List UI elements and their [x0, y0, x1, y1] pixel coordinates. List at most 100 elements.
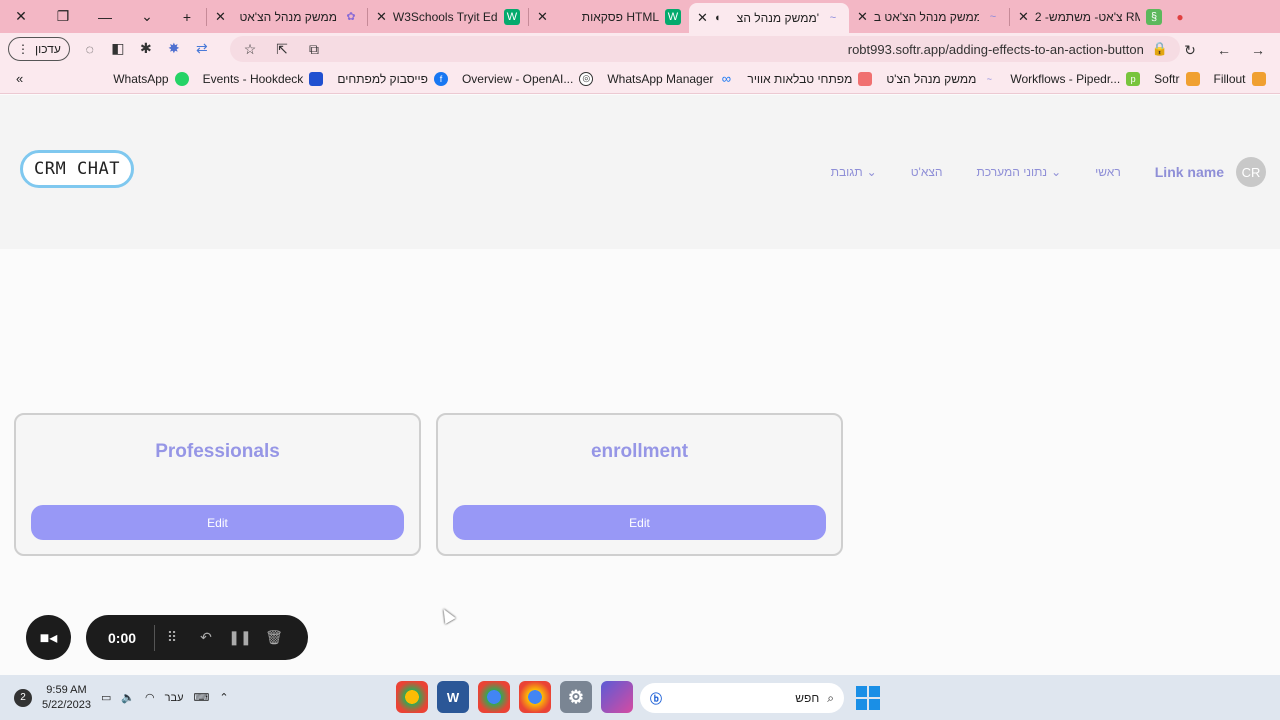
tab-admin-chat-2[interactable]: ✕ ממשק מנהל הצ'אט ב ~: [849, 0, 1009, 33]
tab-title: ממשק מנהל הצ'אט ב: [873, 9, 979, 24]
close-window-icon[interactable]: ✕: [0, 0, 42, 33]
bookmark-label: פייסבוק למפתחים: [337, 71, 428, 86]
tab-w3schools-tryit[interactable]: ✕ W3Schools Tryit Edit W: [368, 0, 528, 33]
crm-chat-logo[interactable]: CRM CHAT: [20, 150, 134, 188]
nav-label: הצא'ט: [910, 165, 943, 179]
forward-icon[interactable]: →: [1244, 36, 1272, 64]
record-indicator-icon[interactable]: ●: [1170, 7, 1190, 27]
extension-badge-icon[interactable]: ✸: [160, 35, 188, 63]
close-tab-icon[interactable]: ✕: [537, 9, 548, 25]
bookmark-facebook-dev[interactable]: פייסבוק למפתחים f: [337, 71, 448, 86]
chevron-down-icon: ⌄: [1051, 165, 1062, 179]
close-tab-icon[interactable]: ✕: [697, 10, 708, 26]
close-tab-icon[interactable]: ✕: [1018, 9, 1029, 25]
close-tab-icon[interactable]: ✕: [215, 9, 226, 25]
update-browser-button[interactable]: ⋮ עדכון: [8, 36, 70, 61]
nav-link-name[interactable]: Link name: [1155, 164, 1224, 180]
extension-icon[interactable]: ◌: [76, 35, 104, 63]
tab-title: W3Schools Tryit Edit: [392, 9, 498, 24]
minimize-window-icon[interactable]: —: [84, 0, 126, 33]
bookmark-label: Events - Hookdeck: [202, 71, 304, 86]
clock-time: 9:59 AM: [46, 683, 87, 696]
bookmark-label: Overview - OpenAI...: [461, 71, 574, 86]
tab-html-paragraphs[interactable]: ✕ פסקאות HTML W: [529, 0, 689, 33]
nav-system-data-dropdown[interactable]: נתוני המערכת ⌄: [977, 165, 1062, 179]
restore-window-icon[interactable]: ❐: [42, 0, 84, 33]
clock[interactable]: 9:59 AM 5/22/2023: [42, 683, 91, 713]
user-avatar[interactable]: CR: [1236, 157, 1266, 187]
bookmarks-bar: « WhatsApp Events - Hookdeck פייסבוק למפ…: [0, 64, 1280, 94]
translate-icon[interactable]: ⇄: [188, 35, 216, 63]
bookmark-star-icon[interactable]: ☆: [236, 35, 264, 63]
extensions-puzzle-icon[interactable]: ✱: [132, 35, 160, 63]
edit-button[interactable]: Edit: [31, 505, 404, 540]
chrome-profile-3-icon[interactable]: [519, 681, 551, 713]
omnibox[interactable]: ☆ ⇱ ⧉ robt993.softr.app/adding-effects-t…: [230, 36, 1180, 62]
w3schools-favicon-icon: W: [504, 8, 520, 25]
back-icon[interactable]: ←: [1210, 36, 1238, 64]
chevron-up-icon[interactable]: ⌃: [219, 691, 228, 704]
edit-button[interactable]: Edit: [453, 505, 826, 540]
nav-chat[interactable]: הצא'ט: [911, 165, 943, 179]
card-title: enrollment: [590, 441, 689, 462]
volume-icon[interactable]: 🔈: [121, 691, 135, 704]
word-icon[interactable]: W: [437, 681, 469, 713]
lock-icon[interactable]: 🔒: [1152, 41, 1168, 57]
pause-icon[interactable]: ❚❚: [223, 629, 257, 646]
chrome-profile-2-icon[interactable]: [478, 681, 510, 713]
bookmark-softr[interactable]: Softr: [1154, 71, 1200, 86]
reload-icon[interactable]: ↻: [1176, 36, 1204, 64]
card-title: Professionals: [155, 441, 280, 462]
new-tab-button[interactable]: +: [168, 0, 206, 33]
tab-admin-chat-active[interactable]: ✕ ◖ ממשק מנהל הצ' ~: [689, 3, 849, 33]
bookmarks-overflow-icon[interactable]: «: [16, 71, 23, 86]
close-tab-icon[interactable]: ✕: [857, 9, 868, 25]
pipedream-icon: p: [1126, 71, 1141, 86]
tab-admin-chat-1[interactable]: ✕ ממשק מנהל הצ'אט ✿: [207, 0, 367, 33]
taskbar-search[interactable]: ⓑ חפש ⌕: [640, 683, 844, 713]
tab-search-icon[interactable]: ⌄: [126, 0, 168, 33]
keyboard-icon[interactable]: ⌨: [194, 691, 210, 704]
language-indicator[interactable]: עבר: [165, 692, 184, 704]
nav-response-dropdown[interactable]: תגובת ⌄: [831, 165, 877, 179]
meta-icon: ∞: [721, 71, 732, 86]
tab-strip: ✕ ❐ — ⌄ + ✕ ממשק מנהל הצ'אט ✿ ✕ W3School…: [0, 0, 1280, 33]
undo-icon[interactable]: ↶: [189, 629, 223, 646]
softr-icon: ~: [986, 73, 992, 84]
camera-toggle-button[interactable]: ■◂: [26, 615, 71, 660]
chrome-profile-1-icon[interactable]: [396, 681, 428, 713]
taskbar-apps: W ⚙: [396, 681, 633, 713]
tab-title: ממשק מנהל הצ'אט: [239, 9, 337, 24]
screenshot-icon[interactable]: ⧉: [300, 35, 328, 63]
more-menu-icon: ⋮: [17, 41, 29, 56]
wifi-icon[interactable]: ◠: [145, 691, 155, 704]
audio-playing-icon[interactable]: ◖: [714, 12, 721, 24]
bookmark-airtable-dev[interactable]: מפתחי טבלאות אוויר: [747, 71, 873, 86]
url-text[interactable]: robt993.softr.app/adding-effects-to-an-a…: [848, 42, 1144, 57]
tab-title: פסקאות HTML: [581, 9, 659, 24]
bing-icon: ⓑ: [650, 691, 663, 706]
tab-chat-user[interactable]: ✕ צ'אט- משתמש- 2 RM §: [1010, 0, 1170, 33]
nav-home[interactable]: ראשי: [1095, 165, 1121, 179]
bookmark-whatsapp-manager[interactable]: WhatsApp Manager ∞: [607, 71, 733, 86]
drag-handle-icon[interactable]: ⠿: [155, 629, 189, 646]
copilot-icon[interactable]: [601, 681, 633, 713]
bookmark-hookdeck[interactable]: Events - Hookdeck: [202, 71, 324, 86]
bookmark-admin-chat[interactable]: ממשק מנהל הצ'ט ~: [886, 72, 996, 86]
windows-start-icon[interactable]: [856, 686, 880, 710]
tab-title: ממשק מנהל הצ': [736, 11, 819, 25]
side-panel-icon[interactable]: ◧: [104, 35, 132, 63]
delete-icon[interactable]: 🗑: [257, 629, 291, 646]
notification-badge[interactable]: 2: [14, 688, 32, 707]
settings-gear-icon[interactable]: ⚙: [560, 681, 592, 713]
bookmark-openai[interactable]: Overview - OpenAI... ◎: [461, 71, 594, 86]
bookmark-whatsapp[interactable]: WhatsApp: [113, 71, 189, 86]
bookmark-fillout[interactable]: Fillout: [1214, 71, 1266, 86]
close-tab-icon[interactable]: ✕: [376, 9, 387, 25]
bookmark-pipedream[interactable]: Workflows - Pipedr... p: [1010, 71, 1141, 86]
battery-icon[interactable]: ▭: [101, 691, 111, 704]
card-professionals: Professionals Edit: [14, 413, 421, 556]
omnibox-actions: ☆ ⇱ ⧉: [236, 36, 328, 62]
nav-label: Link name: [1154, 164, 1224, 180]
share-icon[interactable]: ⇱: [268, 35, 296, 63]
